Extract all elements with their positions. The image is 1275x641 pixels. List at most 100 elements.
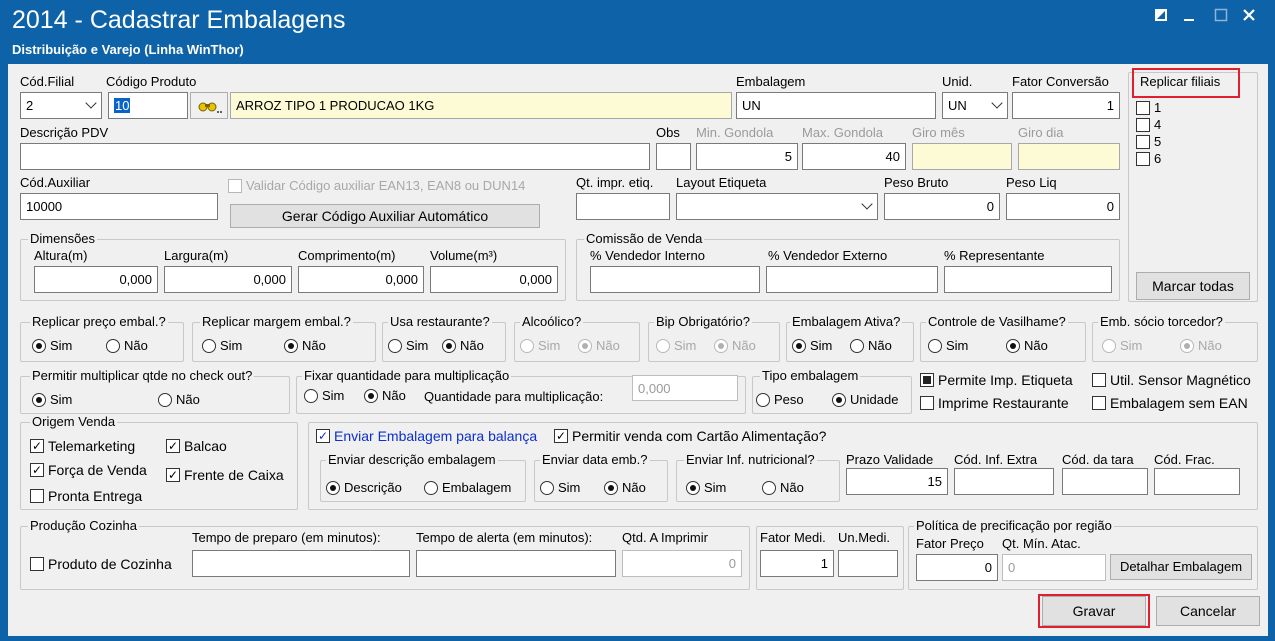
- enviar-nutricional-nao-radio[interactable]: Não: [762, 480, 804, 495]
- imprime-restaurante-checkbox[interactable]: Imprime Restaurante: [920, 395, 1069, 411]
- radio-label: Não: [124, 338, 148, 353]
- unid-select[interactable]: UN: [942, 92, 1008, 119]
- validar-ean-checkbox[interactable]: Validar Código auxiliar EAN13, EAN8 ou D…: [228, 178, 525, 193]
- layout-etiqueta-select[interactable]: [676, 193, 878, 220]
- alcoolico-sim-radio[interactable]: Sim: [520, 338, 560, 353]
- permitir-multiplicar-nao-radio[interactable]: Não: [158, 392, 200, 407]
- socio-torcedor-nao-radio[interactable]: Não: [1180, 338, 1222, 353]
- cancelar-button[interactable]: Cancelar: [1156, 596, 1260, 626]
- fator-medi-input[interactable]: 1: [760, 550, 834, 577]
- filial-checkbox-4[interactable]: 4: [1136, 117, 1161, 132]
- controle-vasilhame-sim-radio[interactable]: Sim: [928, 338, 968, 353]
- replicar-preco-nao-radio[interactable]: Não: [106, 338, 148, 353]
- restore-icon[interactable]: [1150, 8, 1172, 28]
- qtd-imprimir-input[interactable]: 0: [622, 550, 742, 577]
- vendedor-externo-input[interactable]: [766, 266, 938, 293]
- enviar-descricao-embalagem-radio[interactable]: Embalagem: [424, 480, 511, 495]
- tipo-peso-radio[interactable]: Peso: [756, 392, 804, 407]
- replicar-preco-sim-radio[interactable]: Sim: [32, 338, 72, 353]
- detalhar-embalagem-button[interactable]: Detalhar Embalagem: [1110, 554, 1252, 580]
- embalagem-ativa-nao-radio[interactable]: Não: [850, 338, 892, 353]
- cod-frac-input[interactable]: [1154, 468, 1240, 495]
- peso-liq-input[interactable]: 0: [1006, 193, 1120, 220]
- cod-tara-input[interactable]: [1062, 468, 1148, 495]
- maximize-icon[interactable]: [1210, 8, 1232, 28]
- un-medi-label: Un.Medi.: [838, 530, 891, 545]
- fixar-quantidade-nao-radio[interactable]: Não: [364, 388, 406, 403]
- qt-min-atac-input[interactable]: 0: [1002, 554, 1106, 581]
- cod-filial-select[interactable]: 2: [20, 92, 102, 119]
- vendedor-interno-input[interactable]: [590, 266, 760, 293]
- filial-checkbox-1[interactable]: 1: [1136, 100, 1161, 115]
- enviar-nutricional-sim-radio[interactable]: Sim: [686, 480, 726, 495]
- checkbox-box: [1092, 373, 1106, 387]
- balcao-checkbox[interactable]: Balcao: [166, 438, 227, 454]
- replicar-margem-sim-radio[interactable]: Sim: [202, 338, 242, 353]
- fator-conversao-input[interactable]: 1: [1012, 92, 1120, 119]
- largura-input[interactable]: 0,000: [164, 266, 292, 293]
- filial-checkbox-6[interactable]: 6: [1136, 151, 1161, 166]
- title-bar[interactable]: 2014 - Cadastrar Embalagens Distribuição…: [0, 0, 1275, 62]
- embalagem-sem-ean-checkbox[interactable]: Embalagem sem EAN: [1092, 395, 1248, 411]
- radio-dot: [32, 338, 46, 353]
- alcoolico-nao-radio[interactable]: Não: [578, 338, 620, 353]
- descricao-pdv-input[interactable]: [20, 143, 650, 170]
- permitir-multiplicar-title: Permitir multiplicar qtde no check out?: [30, 368, 255, 383]
- fator-preco-input[interactable]: 0: [916, 554, 998, 581]
- checkbox-box: [30, 489, 44, 503]
- radio-dot: [1006, 338, 1020, 353]
- tempo-alerta-input[interactable]: [416, 550, 616, 577]
- un-medi-input[interactable]: [838, 550, 898, 577]
- pronta-entrega-checkbox[interactable]: Pronta Entrega: [30, 488, 142, 504]
- fixar-quantidade-sim-radio[interactable]: Sim: [304, 388, 344, 403]
- enviar-data-sim-radio[interactable]: Sim: [540, 480, 580, 495]
- quantidade-multiplicacao-input[interactable]: 0,000: [632, 375, 738, 401]
- cod-auxiliar-input[interactable]: 10000: [20, 193, 218, 220]
- bip-obrigatorio-nao-radio[interactable]: Não: [714, 338, 756, 353]
- controle-vasilhame-nao-radio[interactable]: Não: [1006, 338, 1048, 353]
- socio-torcedor-sim-radio[interactable]: Sim: [1102, 338, 1142, 353]
- filial-checkbox-5[interactable]: 5: [1136, 134, 1161, 149]
- tipo-unidade-radio[interactable]: Unidade: [832, 392, 898, 407]
- max-gondola-input[interactable]: 40: [802, 143, 906, 170]
- qt-impr-etiq-input[interactable]: [576, 193, 670, 220]
- produto-cozinha-checkbox[interactable]: Produto de Cozinha: [30, 556, 172, 572]
- frente-caixa-checkbox[interactable]: Frente de Caixa: [166, 467, 284, 483]
- volume-input[interactable]: 0,000: [430, 266, 558, 293]
- obs-input[interactable]: [656, 143, 691, 170]
- util-sensor-checkbox[interactable]: Util. Sensor Magnético: [1092, 372, 1251, 388]
- altura-input[interactable]: 0,000: [34, 266, 158, 293]
- usa-restaurante-sim-radio[interactable]: Sim: [388, 338, 428, 353]
- layout-etiqueta-label: Layout Etiqueta: [676, 175, 767, 190]
- peso-bruto-input[interactable]: 0: [884, 193, 1000, 220]
- codigo-produto-input[interactable]: 10: [108, 92, 188, 119]
- embalagem-input[interactable]: UN: [736, 92, 936, 119]
- minimize-icon[interactable]: [1178, 8, 1200, 28]
- radio-dot: [388, 338, 402, 353]
- tempo-preparo-input[interactable]: [192, 550, 410, 577]
- enviar-balanca-checkbox[interactable]: Enviar Embalagem para balança: [316, 428, 537, 444]
- radio-dot: [284, 338, 298, 353]
- permite-imp-etiqueta-checkbox[interactable]: Permite Imp. Etiqueta: [920, 372, 1073, 388]
- cod-inf-extra-input[interactable]: [954, 468, 1054, 495]
- prazo-validade-input[interactable]: 15: [846, 468, 948, 495]
- forca-venda-checkbox[interactable]: Força de Venda: [30, 462, 147, 478]
- representante-input[interactable]: [944, 266, 1112, 293]
- permitir-cartao-checkbox[interactable]: Permitir venda com Cartão Alimentação?: [554, 428, 826, 444]
- usa-restaurante-nao-radio[interactable]: Não: [442, 338, 484, 353]
- radio-dot: [756, 392, 770, 407]
- min-gondola-input[interactable]: 5: [696, 143, 798, 170]
- replicar-margem-nao-radio[interactable]: Não: [284, 338, 326, 353]
- comprimento-input[interactable]: 0,000: [298, 266, 424, 293]
- search-product-button[interactable]: [190, 92, 228, 119]
- bip-obrigatorio-sim-radio[interactable]: Sim: [656, 338, 696, 353]
- enviar-data-nao-radio[interactable]: Não: [604, 480, 646, 495]
- marcar-todas-button[interactable]: Marcar todas: [1136, 272, 1250, 300]
- close-icon[interactable]: [1238, 8, 1260, 28]
- telemarketing-checkbox[interactable]: Telemarketing: [30, 438, 135, 454]
- embalagem-ativa-sim-radio[interactable]: Sim: [792, 338, 832, 353]
- gerar-codigo-button[interactable]: Gerar Código Auxiliar Automático: [230, 204, 540, 228]
- permitir-multiplicar-sim-radio[interactable]: Sim: [32, 392, 72, 407]
- enviar-descricao-descricao-radio[interactable]: Descrição: [326, 480, 402, 495]
- replicar-preco-title: Replicar preço embal.?: [30, 314, 168, 329]
